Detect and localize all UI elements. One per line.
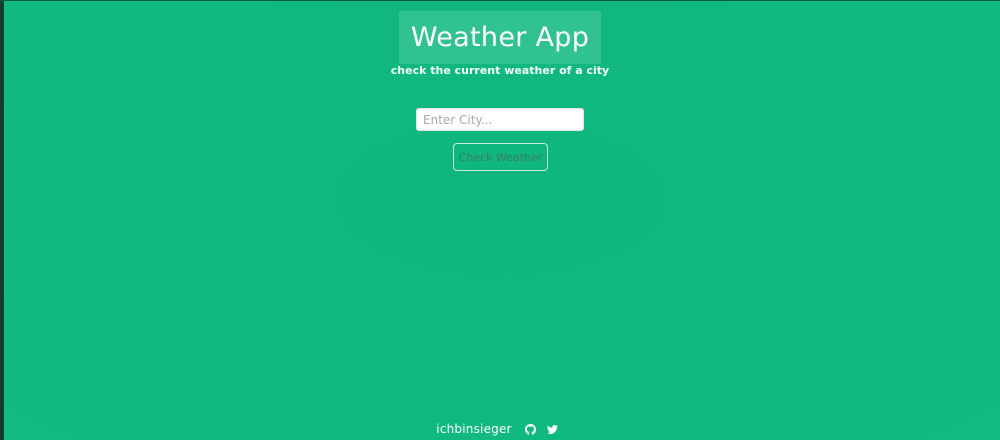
window-edge xyxy=(0,0,4,440)
page-subtitle: check the current weather of a city xyxy=(390,64,610,77)
title-banner: Weather App xyxy=(399,11,601,64)
page-title: Weather App xyxy=(410,22,590,53)
author-name: ichbinsieger xyxy=(436,422,512,436)
window-top-edge xyxy=(0,0,1000,1)
twitter-icon-glyph xyxy=(547,424,559,434)
city-input[interactable] xyxy=(416,108,584,131)
footer: ichbinsieger xyxy=(0,420,1000,438)
github-icon-glyph xyxy=(525,423,537,435)
twitter-icon[interactable] xyxy=(546,422,560,436)
check-weather-button[interactable]: Check Weather xyxy=(453,143,548,171)
github-icon[interactable] xyxy=(524,422,538,436)
